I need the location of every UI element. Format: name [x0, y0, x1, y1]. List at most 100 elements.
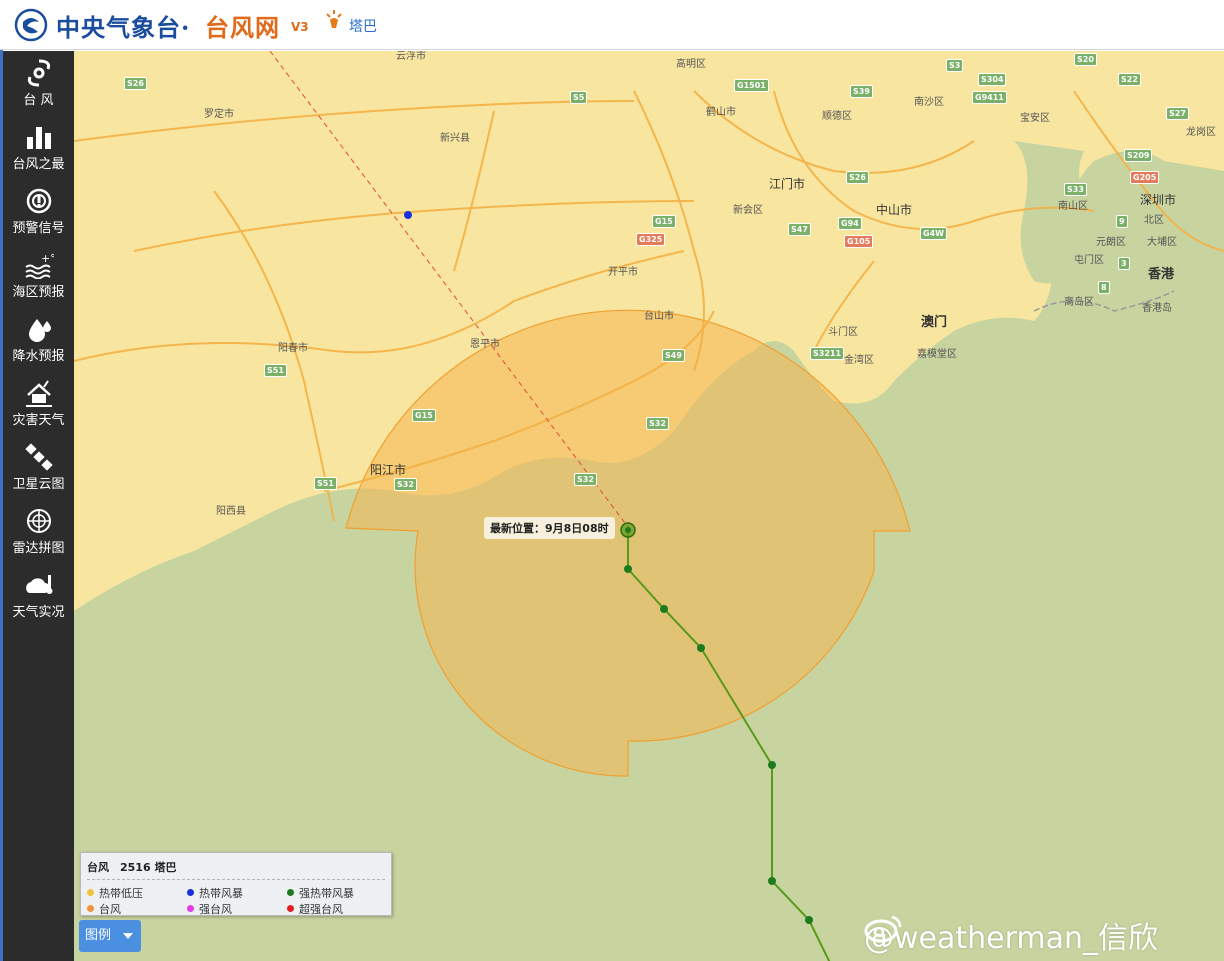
- header: 中央气象台· 台风网 V3 塔巴: [0, 0, 1224, 50]
- bar-chart-icon: [26, 127, 51, 149]
- latest-position-tooltip: 最新位置：9月8日08时: [484, 517, 615, 539]
- place-label: 恩平市: [470, 339, 500, 350]
- place-label: 香港岛: [1142, 303, 1172, 314]
- route-shield: S20: [1074, 53, 1097, 66]
- track-point[interactable]: [660, 605, 668, 613]
- route-shield: S47: [788, 223, 811, 236]
- track-point[interactable]: [768, 877, 776, 885]
- nav-warning-signal[interactable]: 预警信号: [3, 181, 74, 243]
- route-shield: G105: [844, 235, 874, 248]
- watermark: @weatherman_信欣: [864, 913, 1158, 957]
- route-shield: S209: [1124, 149, 1153, 162]
- place-label: 屯门区: [1074, 255, 1104, 266]
- route-shield: S3: [946, 59, 964, 72]
- legend-dot: [287, 889, 294, 896]
- route-shield: G4W: [920, 227, 947, 240]
- legend-dot: [87, 889, 94, 896]
- nav-satellite[interactable]: 卫星云图: [3, 437, 74, 499]
- place-label: 宝安区: [1020, 113, 1050, 124]
- rain-drop-icon: [28, 319, 51, 342]
- legend-entry-super-ty: 超强台风: [287, 901, 343, 917]
- place-label: 阳江市: [370, 463, 407, 477]
- track-point[interactable]: [768, 761, 776, 769]
- nav-typhoon-records[interactable]: 台风之最: [3, 117, 74, 179]
- satellite-icon: [24, 443, 53, 471]
- route-shield: S3211: [810, 347, 845, 360]
- track-point[interactable]: [697, 644, 705, 652]
- place-label: 新兴县: [440, 133, 470, 144]
- place-label: 中山市: [876, 203, 913, 217]
- place-label: 高明区: [676, 59, 706, 70]
- route-shield: S26: [846, 171, 869, 184]
- nav-label-typhoon-records: 台风之最: [12, 157, 65, 172]
- cma-logo-icon: [14, 8, 48, 42]
- sea-forecast-icon: +℃: [24, 252, 54, 279]
- route-shield: G15: [652, 215, 676, 228]
- legend-entry-ts: 热带风暴: [187, 885, 243, 901]
- nav-sea-forecast[interactable]: +℃ 海区预报: [3, 245, 74, 307]
- place-label: 离岛区: [1064, 297, 1094, 308]
- legend-entry-ty: 台风: [87, 901, 121, 917]
- place-label: 金湾区: [844, 355, 874, 366]
- route-shield: 3: [1118, 257, 1130, 270]
- current-storm-link[interactable]: 塔巴: [349, 16, 377, 36]
- place-label: 南山区: [1058, 201, 1088, 212]
- weibo-logo-icon: [864, 915, 902, 943]
- legend-dot: [87, 905, 94, 912]
- place-label: 开平市: [608, 267, 638, 278]
- nav-disaster-weather[interactable]: 灾害天气: [3, 373, 74, 435]
- typhoon-icon: [27, 59, 50, 87]
- route-shield: S304: [978, 73, 1007, 86]
- route-shield: S32: [394, 478, 417, 491]
- route-shield: S26: [124, 77, 147, 90]
- sidebar: 台 风 台风之最 预警信号 +℃ 海区预报 降水预报: [3, 51, 74, 961]
- nav-weather-observation[interactable]: 天气实况: [3, 565, 74, 627]
- route-shield: 9: [1116, 215, 1128, 228]
- nav-typhoon[interactable]: 台 风: [3, 53, 74, 115]
- nav-label-disaster-weather: 灾害天气: [12, 413, 65, 428]
- route-shield: S39: [850, 85, 873, 98]
- route-shield: S22: [1118, 73, 1141, 86]
- typhoon-map[interactable]: 云浮市 罗定市 新兴县 高明区 鹤山市 顺德区 南沙区 宝安区 龙岗区 江门市 …: [74, 51, 1224, 961]
- route-shield: 8: [1098, 281, 1110, 294]
- place-label: 香港: [1148, 267, 1175, 282]
- latest-position-dot: [625, 527, 631, 533]
- place-label: 鹤山市: [706, 107, 736, 118]
- legend-divider: [87, 879, 385, 880]
- nav-rain-forecast[interactable]: 降水预报: [3, 309, 74, 371]
- place-label: 澳门: [921, 315, 948, 330]
- forecast-point[interactable]: [404, 211, 412, 219]
- legend-button-label: 图例: [85, 928, 112, 943]
- route-shield: S32: [574, 473, 597, 486]
- place-label: 斗门区: [828, 327, 858, 338]
- site-title-typhoon: 台风网: [205, 13, 280, 42]
- nav-label-sea-forecast: 海区预报: [12, 285, 65, 300]
- nav-label-rain-forecast: 降水预报: [12, 349, 65, 364]
- route-shield: G94: [838, 217, 862, 230]
- route-shield: G15: [412, 409, 436, 422]
- route-shield: G325: [636, 233, 666, 246]
- route-shield: G1501: [734, 79, 769, 92]
- place-label: 元朗区: [1096, 237, 1126, 248]
- route-shield: S51: [314, 477, 337, 490]
- place-label: 罗定市: [204, 109, 234, 120]
- warning-signal-icon: [26, 188, 51, 214]
- track-point[interactable]: [805, 916, 813, 924]
- legend-dot: [287, 905, 294, 912]
- legend-entry-td: 热带低压: [87, 885, 143, 901]
- nav-label-weather-observation: 天气实况: [12, 605, 65, 620]
- route-shield: S32: [646, 417, 669, 430]
- place-label: 新会区: [733, 205, 763, 216]
- legend-toggle-button[interactable]: 图例: [79, 920, 141, 952]
- place-label: 南沙区: [914, 97, 944, 108]
- nav-radar[interactable]: 雷达拼图: [3, 501, 74, 563]
- place-label: 顺德区: [822, 111, 852, 122]
- legend-dot: [187, 889, 194, 896]
- nav-label-warning-signal: 预警信号: [12, 221, 65, 236]
- route-shield: S27: [1166, 107, 1189, 120]
- legend-panel: 台风 2516 塔巴 热带低压 热带风暴 强热带风暴 台风 强台风 超强台风: [80, 852, 392, 916]
- track-point[interactable]: [624, 565, 632, 573]
- place-label: 大埔区: [1147, 237, 1177, 248]
- site-title-main: 中央气象台·: [56, 13, 191, 42]
- legend-entry-sts: 强热带风暴: [287, 885, 354, 901]
